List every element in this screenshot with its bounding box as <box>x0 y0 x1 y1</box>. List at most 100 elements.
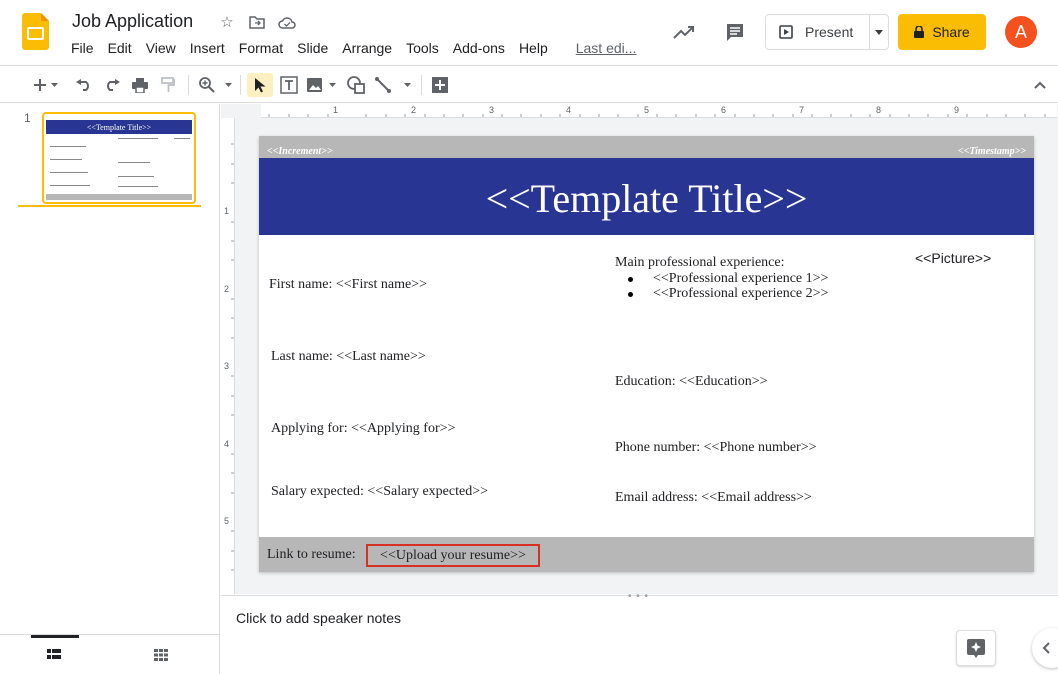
toolbar-separator <box>188 75 189 95</box>
toolbar-separator <box>421 75 422 95</box>
increment-placeholder[interactable]: <<Increment>> <box>267 146 333 157</box>
menu-tools[interactable]: Tools <box>399 39 446 57</box>
slide-thumbnail[interactable]: <<Template Title>> <box>42 112 196 204</box>
experience-item: <<Professional experience 1>> <box>615 271 828 286</box>
ruler-label: 3 <box>224 361 230 371</box>
print-icon <box>132 77 148 93</box>
star-icon[interactable]: ☆ <box>218 13 236 31</box>
print-button[interactable] <box>130 73 150 97</box>
vertical-ruler[interactable]: 1 2 3 4 5 <box>221 118 235 594</box>
line-icon <box>375 77 411 93</box>
slide-footer-bar[interactable]: Link to resume: <<Upload your resume>> <box>259 537 1034 572</box>
ruler-label: 7 <box>799 105 805 115</box>
menu-edit[interactable]: Edit <box>101 39 139 57</box>
side-panel-toggle[interactable] <box>1032 628 1058 668</box>
menu-view[interactable]: View <box>139 39 183 57</box>
add-comment-button[interactable] <box>429 73 451 97</box>
thumbnail-footer <box>46 194 192 200</box>
last-edit-link[interactable]: Last edi... <box>569 39 644 57</box>
insert-image-button[interactable] <box>305 73 339 97</box>
collapse-toolbar-button[interactable] <box>1030 73 1050 97</box>
document-title[interactable]: Job Application <box>72 11 193 32</box>
ruler-label: 1 <box>224 206 230 216</box>
thumbnail-canvas: <<Template Title>> <box>46 116 192 200</box>
explore-button[interactable] <box>956 630 996 666</box>
cursor-icon <box>255 78 266 93</box>
slide[interactable]: <<Increment>> <<Timestamp>> <<Template T… <box>259 136 1034 572</box>
menu-slide[interactable]: Slide <box>290 39 335 57</box>
undo-button[interactable] <box>74 73 94 97</box>
undo-icon <box>76 79 89 91</box>
ruler-label: 2 <box>411 105 417 115</box>
text-box-button[interactable] <box>278 73 300 97</box>
ruler-label: 4 <box>224 439 230 449</box>
applying-for-field[interactable]: Applying for: <<Applying for>> <box>271 421 455 437</box>
line-button[interactable] <box>374 73 414 97</box>
ruler-label: 1 <box>333 105 339 115</box>
activity-trend-icon[interactable] <box>672 20 696 44</box>
redo-icon <box>107 79 120 91</box>
filmstrip-view-switcher <box>0 634 220 674</box>
grid-view-icon[interactable] <box>152 647 170 663</box>
timestamp-placeholder[interactable]: <<Timestamp>> <box>958 146 1026 157</box>
education-field[interactable]: Education: <<Education>> <box>615 374 768 390</box>
picture-placeholder[interactable]: <<Picture>> <box>915 250 991 266</box>
slides-logo-icon[interactable] <box>22 13 49 50</box>
filmstrip-view-icon[interactable] <box>45 647 63 663</box>
resume-link-label: Link to resume: <box>267 547 356 562</box>
move-folder-icon[interactable] <box>248 13 266 31</box>
menu-insert[interactable]: Insert <box>183 39 232 57</box>
horizontal-ruler[interactable]: 1 2 3 4 5 6 7 8 9 <box>261 104 1057 118</box>
speaker-notes-panel[interactable]: • • • Click to add speaker notes <box>221 591 1058 674</box>
upload-resume-placeholder[interactable]: <<Upload your resume>> <box>366 544 540 567</box>
explore-sparkle-icon <box>967 639 985 658</box>
new-slide-button[interactable] <box>27 73 65 97</box>
shape-button[interactable] <box>345 73 367 97</box>
slides-app: Job Application ☆ File Edit View Insert … <box>0 0 1058 674</box>
plus-icon <box>34 79 58 91</box>
experience-heading[interactable]: Main professional experience: <box>615 255 785 271</box>
last-name-field[interactable]: Last name: <<Last name>> <box>271 349 426 365</box>
redo-button[interactable] <box>102 73 122 97</box>
cloud-saved-icon[interactable] <box>278 13 296 31</box>
ruler-label: 5 <box>224 516 230 526</box>
thumbnail-text-line <box>50 185 90 186</box>
select-tool-button[interactable] <box>247 73 273 97</box>
ruler-label: 6 <box>721 105 727 115</box>
filmstrip-selection-indicator <box>18 205 201 207</box>
first-name-field[interactable]: First name: <<First name>> <box>269 277 427 293</box>
toolbar-separator <box>240 75 241 95</box>
phone-field[interactable]: Phone number: <<Phone number>> <box>615 440 817 456</box>
menu-file[interactable]: File <box>64 39 101 57</box>
thumbnail-text-line <box>118 176 154 177</box>
add-comment-icon <box>432 77 448 93</box>
menu-format[interactable]: Format <box>232 39 290 57</box>
account-avatar[interactable]: A <box>1005 16 1037 48</box>
thumbnail-text-line <box>50 172 88 173</box>
menu-help[interactable]: Help <box>512 39 555 57</box>
present-button[interactable]: Present <box>765 14 889 50</box>
menu-addons[interactable]: Add-ons <box>446 39 512 57</box>
ruler-label: 3 <box>489 105 495 115</box>
slide-number: 1 <box>24 111 31 125</box>
ruler-label: 8 <box>876 105 882 115</box>
share-button[interactable]: Share <box>898 14 986 50</box>
comment-icon[interactable] <box>723 20 747 44</box>
zoom-button[interactable] <box>196 73 236 97</box>
ruler-label: 5 <box>644 105 650 115</box>
slide-title[interactable]: <<Template Title>> <box>259 158 1034 235</box>
chevron-up-icon <box>1034 81 1046 89</box>
email-field[interactable]: Email address: <<Email address>> <box>615 490 812 506</box>
paint-format-button[interactable] <box>158 73 178 97</box>
present-dropdown[interactable] <box>870 29 888 35</box>
thumbnail-text-line <box>50 146 86 147</box>
present-main[interactable]: Present <box>766 15 870 49</box>
thumbnail-text-line <box>50 159 82 160</box>
slide-header-bar[interactable]: <<Increment>> <<Timestamp>> <box>259 136 1034 158</box>
menu-arrange[interactable]: Arrange <box>335 39 399 57</box>
speaker-notes-placeholder[interactable]: Click to add speaker notes <box>236 610 401 626</box>
notes-resize-handle[interactable]: • • • <box>628 591 649 602</box>
ruler-label: 9 <box>954 105 960 115</box>
salary-field[interactable]: Salary expected: <<Salary expected>> <box>271 484 488 500</box>
experience-list[interactable]: <<Professional experience 1>> <<Professi… <box>615 271 828 301</box>
